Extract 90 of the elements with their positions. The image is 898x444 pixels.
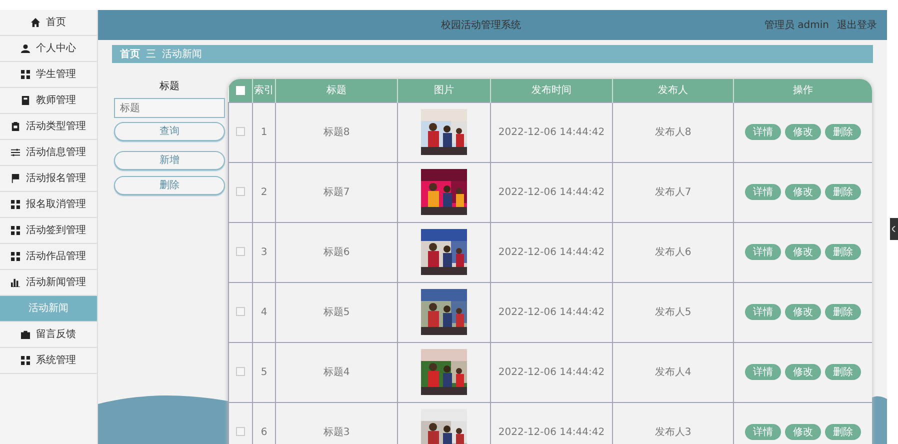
sidebar-item[interactable]: 系统管理 [0, 348, 97, 374]
grid-icon [11, 252, 20, 261]
sidebar-item[interactable]: 活动签到管理 [0, 218, 97, 244]
publisher-cell: 发布人6 [612, 222, 734, 282]
sidebar-item[interactable]: 活动报名管理 [0, 166, 97, 192]
edit-button[interactable]: 修改 [785, 184, 821, 200]
sidebar-item[interactable]: 个人中心 [0, 36, 97, 62]
title-cell: 标题7 [276, 162, 398, 222]
column-header: 图片 [398, 79, 490, 102]
time-cell: 2022-12-06 14:44:42 [490, 282, 612, 342]
search-button[interactable]: 查询 [114, 122, 225, 141]
sidebar-item[interactable]: 教师管理 [0, 88, 97, 114]
column-header: 操作 [734, 79, 872, 102]
column-header: 发布时间 [490, 79, 612, 102]
details-button[interactable]: 详情 [745, 364, 781, 380]
delete-button[interactable]: 删除 [825, 364, 861, 380]
row-checkbox[interactable] [236, 187, 245, 196]
clipboard-icon [11, 122, 20, 131]
chevron-left-icon [892, 226, 896, 232]
edit-button[interactable]: 修改 [785, 244, 821, 260]
breadcrumb-current: 活动新闻 [162, 48, 202, 62]
sliders-icon [11, 148, 20, 157]
delete-button[interactable]: 删除 [825, 424, 861, 440]
index-cell: 1 [252, 102, 276, 162]
edit-button[interactable]: 修改 [785, 304, 821, 320]
time-cell: 2022-12-06 14:44:42 [490, 102, 612, 162]
time-cell: 2022-12-06 14:44:42 [490, 342, 612, 402]
column-header: 索引 [252, 79, 276, 102]
details-button[interactable]: 详情 [745, 124, 781, 140]
field-label: 标题 [158, 80, 180, 94]
add-button[interactable]: 新增 [114, 151, 225, 170]
edit-button[interactable]: 修改 [785, 364, 821, 380]
sidebar-item[interactable]: 报名取消管理 [0, 192, 97, 218]
logout-link[interactable]: 退出登录 [837, 18, 877, 32]
index-cell: 3 [252, 222, 276, 282]
time-cell: 2022-12-06 14:44:42 [490, 162, 612, 222]
row-checkbox[interactable] [236, 307, 245, 316]
delete-button[interactable]: 删除 [114, 176, 225, 195]
index-cell: 5 [252, 342, 276, 402]
search-field[interactable]: 标题 [114, 98, 225, 118]
select-all-checkbox[interactable] [236, 86, 245, 95]
sidebar-subitem[interactable]: 活动新闻 [0, 296, 97, 322]
delete-button[interactable]: 删除 [825, 124, 861, 140]
grid-icon [21, 70, 30, 79]
home-icon [31, 18, 40, 27]
title-cell: 标题8 [276, 102, 398, 162]
details-button[interactable]: 详情 [745, 244, 781, 260]
sidebar-item[interactable]: 活动类型管理 [0, 114, 97, 140]
grid-icon [21, 356, 30, 365]
app-title: 校园活动管理系统 [440, 18, 522, 32]
notebook-icon [21, 96, 30, 105]
user-icon [21, 44, 30, 53]
user-label: 管理员 admin [764, 18, 829, 32]
sidebar-item[interactable]: 留言反馈 [0, 322, 97, 348]
sidebar-item[interactable]: 活动作品管理 [0, 244, 97, 270]
delete-button[interactable]: 删除 [825, 184, 861, 200]
grid-icon [11, 226, 20, 235]
bar-chart-icon [11, 278, 20, 287]
flag-icon [11, 174, 20, 183]
details-button[interactable]: 详情 [745, 304, 781, 320]
sidebar-item[interactable]: 学生管理 [0, 62, 97, 88]
edit-button[interactable]: 修改 [785, 124, 821, 140]
row-checkbox[interactable] [236, 367, 245, 376]
sidebar-item[interactable]: 首页 [0, 10, 97, 36]
grid-icon [11, 200, 20, 209]
publisher-cell: 发布人5 [612, 282, 734, 342]
delete-button[interactable]: 删除 [825, 244, 861, 260]
breadcrumb-separator: 三 [146, 48, 156, 62]
title-cell: 标题5 [276, 282, 398, 342]
row-checkbox[interactable] [236, 247, 245, 256]
column-header: 标题 [276, 79, 398, 102]
breadcrumb-home[interactable]: 首页 [120, 46, 140, 62]
side-collapse-tab[interactable] [890, 218, 898, 240]
delete-button[interactable]: 删除 [825, 304, 861, 320]
time-cell: 2022-12-06 14:44:42 [490, 222, 612, 282]
row-checkbox[interactable] [236, 427, 245, 436]
sidebar-item[interactable]: 活动信息管理 [0, 140, 97, 166]
briefcase-icon [21, 330, 30, 339]
publisher-cell: 发布人8 [612, 102, 734, 162]
details-button[interactable]: 详情 [745, 424, 781, 440]
details-button[interactable]: 详情 [745, 184, 781, 200]
publisher-cell: 发布人4 [612, 342, 734, 402]
index-cell: 4 [252, 282, 276, 342]
title-cell: 标题4 [276, 342, 398, 402]
index-cell: 2 [252, 162, 276, 222]
title-cell: 标题6 [276, 222, 398, 282]
row-checkbox[interactable] [236, 127, 245, 136]
column-header: 发布人 [612, 79, 734, 102]
publisher-cell: 发布人7 [612, 162, 734, 222]
edit-button[interactable]: 修改 [785, 424, 821, 440]
